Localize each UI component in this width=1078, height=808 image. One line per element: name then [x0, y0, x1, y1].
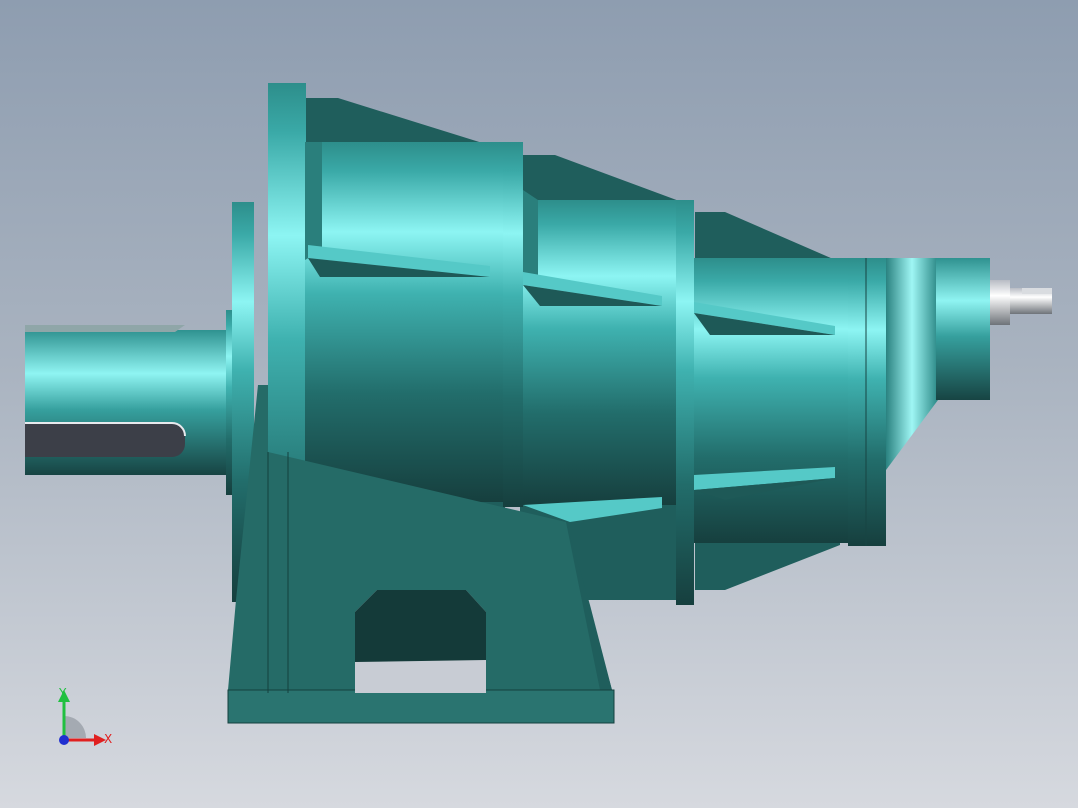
shaft-key-top [25, 325, 185, 332]
coordinate-triad: Y X [40, 680, 130, 760]
triad-icon [58, 690, 106, 746]
housing-stage-1 [305, 142, 505, 502]
ring-stage-1 [503, 142, 523, 507]
input-housing [936, 258, 990, 400]
ring-stage-2 [676, 200, 694, 605]
ring-stage-3 [848, 258, 886, 546]
z-axis-dot [59, 735, 69, 745]
housing-stage-2 [523, 200, 678, 505]
graphics-viewport[interactable]: Y X [0, 0, 1078, 808]
shaft-keyway [25, 423, 185, 457]
x-axis-label: X [104, 732, 113, 746]
input-cone [886, 258, 938, 470]
housing-stage-3 [694, 258, 849, 543]
foot-plate [227, 689, 615, 724]
input-shaft-collar [990, 280, 1010, 325]
y-axis-label: Y [59, 686, 67, 700]
gear-reducer-model[interactable] [0, 0, 1078, 808]
